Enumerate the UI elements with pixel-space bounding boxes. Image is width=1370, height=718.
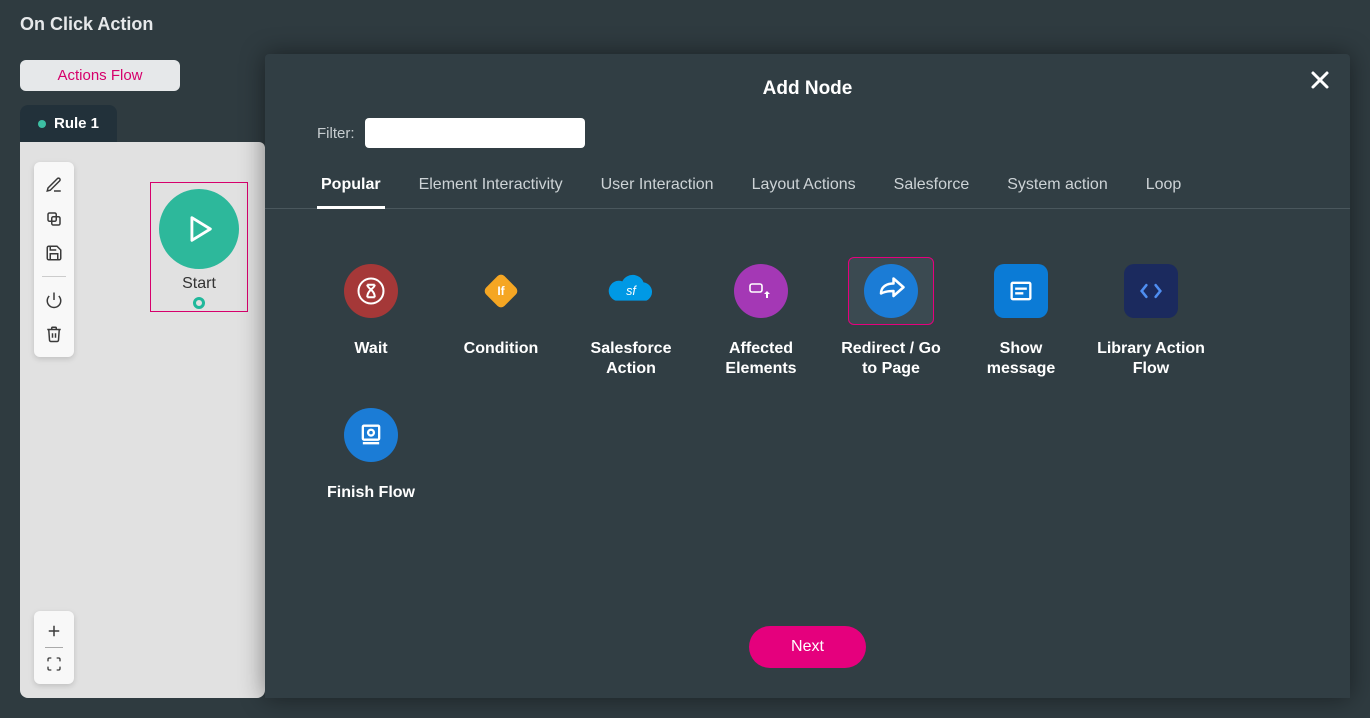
- svg-text:If: If: [497, 284, 505, 298]
- header-bar: On Click Action: [0, 0, 1370, 48]
- start-node-label: Start: [182, 275, 216, 293]
- node-label: Wait: [354, 339, 387, 359]
- page-title: On Click Action: [20, 14, 153, 35]
- actions-flow-button[interactable]: Actions Flow: [20, 60, 180, 91]
- node-label: Library Action Flow: [1097, 339, 1205, 379]
- tab-salesforce[interactable]: Salesforce: [890, 176, 974, 208]
- hourglass-icon: [344, 264, 398, 318]
- trash-icon[interactable]: [39, 319, 69, 349]
- node-redirect[interactable]: Redirect / Go to Page: [837, 257, 945, 379]
- modal-footer: Next: [265, 606, 1350, 698]
- node-condition[interactable]: If Condition: [447, 257, 555, 379]
- finish-icon: [344, 408, 398, 462]
- node-label: Redirect / Go to Page: [837, 339, 945, 379]
- tab-loop[interactable]: Loop: [1142, 176, 1186, 208]
- rule-tabs: Rule 1: [20, 105, 265, 142]
- left-panel: Actions Flow Rule 1: [0, 48, 265, 698]
- filter-label: Filter:: [317, 125, 355, 142]
- rule-tab-1[interactable]: Rule 1: [20, 105, 117, 142]
- share-arrow-icon: [864, 264, 918, 318]
- modal-title: Add Node: [265, 54, 1350, 118]
- rule-tab-label: Rule 1: [54, 115, 99, 132]
- start-node[interactable]: Start: [150, 182, 248, 312]
- zoom-in-icon[interactable]: [39, 617, 69, 645]
- tab-element-interactivity[interactable]: Element Interactivity: [415, 176, 567, 208]
- canvas-side-toolbar: [34, 162, 74, 357]
- node-affected-elements[interactable]: Affected Elements: [707, 257, 815, 379]
- close-icon[interactable]: [1308, 68, 1332, 92]
- node-label: Finish Flow: [327, 483, 415, 503]
- message-icon: [994, 264, 1048, 318]
- node-salesforce-action[interactable]: sf Salesforce Action: [577, 257, 685, 379]
- power-icon[interactable]: [39, 285, 69, 315]
- content-row: Actions Flow Rule 1: [0, 48, 1370, 718]
- start-node-port-icon[interactable]: [193, 297, 205, 309]
- hand-point-icon: [734, 264, 788, 318]
- flow-canvas[interactable]: Start: [20, 142, 265, 698]
- node-label: Show message: [967, 339, 1075, 379]
- node-show-message[interactable]: Show message: [967, 257, 1075, 379]
- rule-panel: Rule 1: [20, 105, 265, 698]
- tab-system-action[interactable]: System action: [1003, 176, 1111, 208]
- fit-screen-icon[interactable]: [39, 650, 69, 678]
- code-sync-icon: [1124, 264, 1178, 318]
- add-node-modal: Add Node Filter: Popular Element Interac…: [265, 54, 1350, 698]
- node-label: Salesforce Action: [577, 339, 685, 379]
- svg-text:sf: sf: [626, 284, 637, 298]
- tab-popular[interactable]: Popular: [317, 176, 385, 209]
- rule-status-dot-icon: [38, 120, 46, 128]
- copy-icon[interactable]: [39, 204, 69, 234]
- filter-row: Filter:: [265, 118, 1350, 176]
- edit-icon[interactable]: [39, 170, 69, 200]
- node-label: Condition: [464, 339, 539, 359]
- diamond-icon: If: [474, 264, 528, 318]
- category-tabs: Popular Element Interactivity User Inter…: [265, 176, 1350, 209]
- play-icon: [159, 189, 239, 269]
- next-button[interactable]: Next: [749, 626, 866, 668]
- node-label: Affected Elements: [707, 339, 815, 379]
- filter-input[interactable]: [365, 118, 585, 148]
- save-icon[interactable]: [39, 238, 69, 268]
- node-grid: Wait If Condition sf Salesforce Acti: [265, 209, 1350, 503]
- canvas-zoom-toolbar: [34, 611, 74, 684]
- node-finish-flow[interactable]: Finish Flow: [317, 401, 425, 503]
- node-library-action-flow[interactable]: Library Action Flow: [1097, 257, 1205, 379]
- tab-user-interaction[interactable]: User Interaction: [597, 176, 718, 208]
- node-wait[interactable]: Wait: [317, 257, 425, 379]
- tab-layout-actions[interactable]: Layout Actions: [748, 176, 860, 208]
- cloud-icon: sf: [604, 264, 658, 318]
